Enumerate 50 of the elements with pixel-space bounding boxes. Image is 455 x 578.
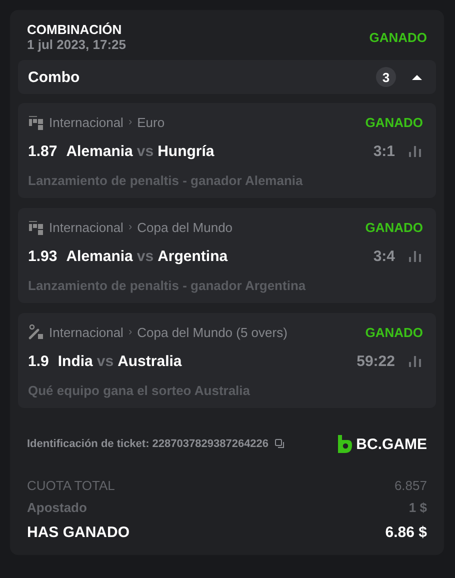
home-team: India xyxy=(58,352,93,370)
status-label: GANADO xyxy=(365,114,423,130)
breadcrumb-separator: › xyxy=(128,221,132,233)
league-label: Copa del Mundo xyxy=(137,220,233,234)
sport-logo-icon xyxy=(28,114,44,130)
category-label: Internacional xyxy=(49,324,124,340)
score-value: 59:22 xyxy=(356,352,395,370)
vs-label: vs xyxy=(136,248,154,264)
cricket-icon xyxy=(28,324,44,340)
category-label: Internacional xyxy=(49,114,124,130)
score-value: 3:4 xyxy=(373,248,395,264)
status-label: GANADO xyxy=(369,30,427,44)
count-badge: 3 xyxy=(376,67,396,87)
away-team: Argentina xyxy=(158,248,228,264)
summary-label: HAS GANADO xyxy=(27,524,130,541)
breadcrumb-separator: › xyxy=(128,116,132,128)
stats-icon[interactable] xyxy=(409,250,421,262)
vs-label: vs xyxy=(96,352,114,370)
score-value: 3:1 xyxy=(373,142,395,160)
stats-icon[interactable] xyxy=(409,356,421,366)
away-team: Hungría xyxy=(158,142,214,160)
vs-label: vs xyxy=(136,142,154,160)
home-team: Alemania xyxy=(66,248,133,264)
bet-date: 1 jul 2023, 17:25 xyxy=(27,37,126,52)
combo-label: Combo xyxy=(28,68,80,86)
odds-value: 1.87 xyxy=(28,142,58,160)
combo-header[interactable]: Combo 3 xyxy=(18,60,436,94)
bet-title: COMBINACIÓN xyxy=(27,22,123,37)
collapse-icon[interactable] xyxy=(412,74,422,80)
status-label: GANADO xyxy=(365,220,423,234)
summary-value: 6.86 $ xyxy=(385,524,427,541)
brand-name: BC.GAME xyxy=(356,436,427,452)
summary-label: Apostado xyxy=(27,500,87,515)
league-label: Copa del Mundo (5 overs) xyxy=(137,324,288,340)
sport-logo-icon xyxy=(28,219,44,235)
odds-value: 1.93 xyxy=(28,248,58,264)
brand-logo-icon xyxy=(336,434,352,454)
home-team: Alemania xyxy=(66,142,133,160)
category-label: Internacional xyxy=(49,220,124,234)
summary-label: CUOTA TOTAL xyxy=(27,478,115,493)
status-label: GANADO xyxy=(365,324,423,340)
summary-value: 1 $ xyxy=(408,500,427,515)
away-team: Australia xyxy=(118,352,182,370)
stats-icon[interactable] xyxy=(409,146,421,156)
league-label: Euro xyxy=(137,114,165,130)
summary-value: 6.857 xyxy=(394,478,427,493)
ticket-id: Identificación de ticket: 2287037829387264226 xyxy=(27,438,269,450)
copy-icon[interactable] xyxy=(274,439,285,449)
odds-value: 1.9 xyxy=(28,352,49,370)
breadcrumb-separator: › xyxy=(128,326,132,338)
